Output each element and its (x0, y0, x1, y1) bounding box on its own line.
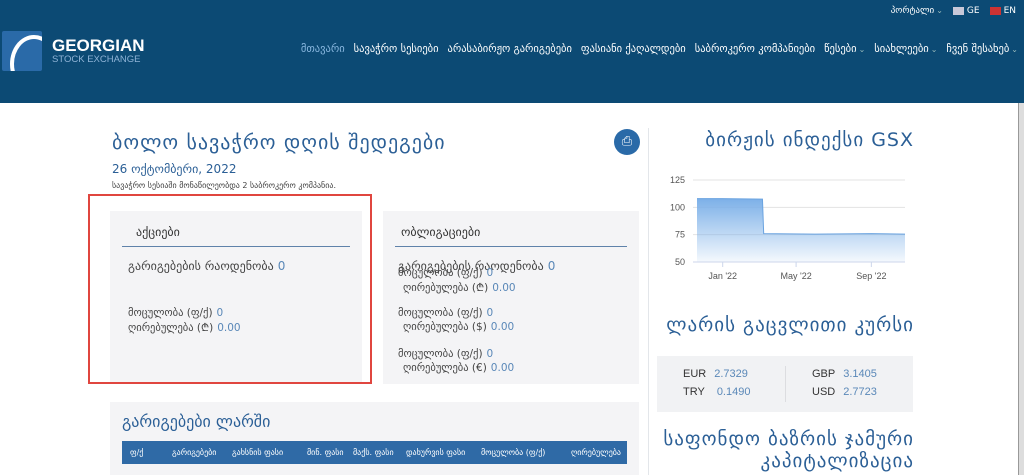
fx-rate: 2.7723 (843, 386, 877, 398)
volume-label: მოცულობა (ფ/ქ) (398, 348, 483, 360)
column-header[interactable]: მინ. ფასი (307, 448, 353, 457)
trading-date: 26 ოქტომბერი, 2022 (112, 162, 237, 176)
fx-code: USD (812, 386, 836, 398)
fx-rate: 3.1405 (843, 368, 877, 380)
x-tick-label: Sep '22 (856, 271, 886, 281)
volume-label: მოცულობა (ფ/ქ) (398, 267, 483, 279)
top-bar: პორტალი ⌄ GE EN (891, 6, 1016, 16)
uk-flag-icon (989, 6, 1001, 15)
nav-item-label: მთავარი (300, 43, 345, 55)
cap-title-line1: საფონდო ბაზრის ჯამური (663, 428, 914, 450)
fx-rate: 0.1490 (716, 386, 751, 398)
nav-item-label: ჩვენ შესახებ (946, 43, 1010, 55)
fx-row: EUR 2.7329 (683, 368, 748, 380)
nav-item[interactable]: წესები ⌄ (824, 43, 865, 55)
nav-item[interactable]: მთავარი (301, 43, 345, 55)
fx-code: GBP (812, 368, 836, 380)
logo[interactable]: GEORGIAN STOCK EXCHANGE (2, 31, 145, 71)
divider (785, 366, 786, 402)
nav-item[interactable]: არასაბირჟო გარიგებები (448, 43, 572, 55)
printer-icon: ⎙ (621, 134, 633, 149)
nav-item-label: წესები (824, 43, 857, 55)
bonds-title: ობლიგაციები (401, 225, 481, 239)
fx-title: ლარის გაცვლითი კურსი (666, 314, 914, 336)
session-note: სავაჭრო სესიაში მონაწილეობდა 2 საბროკერო… (112, 181, 336, 190)
bonds-card: ობლიგაციები გარიგებების რაოდენობა 0 მოცულ… (383, 211, 639, 384)
column-header[interactable]: გარიგებები (172, 448, 232, 457)
gsx-chart: 125 100 75 50 Jan '22 May '22 Sep '22 (670, 175, 906, 281)
logo-mark-icon (2, 31, 42, 71)
highlight-box (88, 194, 372, 384)
column-divider (648, 128, 649, 475)
nav-item-label: სავაჭრო სესიები (353, 43, 439, 55)
volume-value: 0 (486, 348, 494, 360)
x-tick-label: May '22 (780, 271, 811, 281)
value-label: ღირებულება (€) (403, 362, 487, 374)
page-title: ბოლო სავაჭრო დღის შედეგები (112, 130, 446, 154)
volume-label: მოცულობა (ფ/ქ) (398, 307, 483, 319)
column-header[interactable]: ღირებულება (571, 448, 631, 457)
nav-item[interactable]: საბროკერო კომპანიები (695, 43, 815, 55)
deals-table-header: ფ/ქ გარიგებები გახსნის ფასი მინ. ფასი მაქს. … (122, 441, 627, 464)
fx-panel: EUR 2.7329 TRY 0.1490 GBP 3.1405 USD 2.7723 (657, 356, 913, 412)
nav-item[interactable]: სიახლეები ⌄ (874, 43, 937, 55)
x-tick-label: Jan '22 (708, 271, 737, 281)
lang-en-label: EN (1003, 6, 1016, 16)
area-series (697, 198, 905, 262)
print-button[interactable]: ⎙ (614, 129, 640, 155)
fx-row: GBP 3.1405 (812, 368, 877, 380)
cap-title-line2: კაპიტალიზაცია (760, 450, 914, 472)
fx-row: USD 2.7723 (812, 386, 877, 398)
nav-item[interactable]: სავაჭრო სესიები (354, 43, 439, 55)
cap-title: საფონდო ბაზრის ჯამური კაპიტალიზაცია (663, 428, 914, 472)
logo-line2: STOCK EXCHANGE (52, 54, 141, 65)
value-label: ღირებულება ($) (403, 321, 487, 333)
nav-item-label: ფასიანი ქაღალდები (580, 43, 686, 55)
deals-section: გარიგებები ლარში ფ/ქ გარიგებები გახსნის ფა… (110, 402, 639, 475)
volume-value: 0 (486, 307, 494, 319)
y-tick-label: 125 (670, 175, 685, 185)
logo-line1: GEORGIAN (52, 36, 145, 55)
y-tick-label: 75 (675, 230, 685, 240)
y-tick-label: 100 (670, 202, 685, 212)
fx-rate: 2.7329 (714, 368, 748, 380)
value-value: 0.00 (490, 362, 515, 374)
georgia-flag-icon (952, 6, 964, 15)
chevron-down-icon: ⌄ (936, 6, 943, 15)
scrollbar[interactable] (1018, 103, 1024, 475)
divider (395, 246, 627, 247)
column-header[interactable]: მაქს. ფასი (353, 448, 406, 457)
nav-item[interactable]: ფასიანი ქაღალდები (581, 43, 686, 55)
index-title: ბირჟის ინდექსი GSX (705, 129, 914, 151)
volume-value: 0 (486, 267, 494, 279)
deals-title: გარიგებები ლარში (122, 412, 271, 431)
header: პორტალი ⌄ GE EN GEORGIAN STOCK EXCHANGE მთ… (0, 0, 1024, 103)
lang-en[interactable]: EN (989, 6, 1016, 16)
nav-item-label: სიახლეები (874, 43, 929, 55)
lang-ge[interactable]: GE (952, 6, 980, 16)
main-nav: მთავარი სავაჭრო სესიები არასაბირჟო გარიგებ… (301, 43, 1018, 55)
nav-item[interactable]: ჩვენ შესახებ ⌄ (946, 43, 1018, 55)
nav-item-label: არასაბირჟო გარიგებები (447, 43, 572, 55)
fx-row: TRY 0.1490 (683, 386, 750, 398)
value-value: 0.00 (490, 321, 515, 333)
nav-item-label: საბროკერო კომპანიები (694, 43, 816, 55)
fx-code: EUR (683, 368, 707, 380)
column-header[interactable]: მოცულობა (ფ/ქ) (481, 448, 571, 457)
column-header[interactable]: ფ/ქ (122, 448, 172, 457)
chevron-down-icon: ⌄ (858, 45, 866, 54)
fx-code: TRY (683, 386, 705, 398)
portal-label: პორტალი (890, 6, 935, 16)
portal-menu[interactable]: პორტალი ⌄ (891, 6, 943, 16)
column-header[interactable]: გახსნის ფასი (232, 448, 307, 457)
chevron-down-icon: ⌄ (1011, 45, 1018, 54)
value-value: 0.00 (492, 282, 516, 294)
y-tick-label: 50 (675, 257, 685, 267)
value-label: ღირებულება (₾) (403, 282, 489, 294)
lang-ge-label: GE (966, 6, 980, 16)
chevron-down-icon: ⌄ (930, 45, 938, 54)
count-value: 0 (547, 259, 556, 273)
column-header[interactable]: დახურვის ფასი (406, 448, 481, 457)
